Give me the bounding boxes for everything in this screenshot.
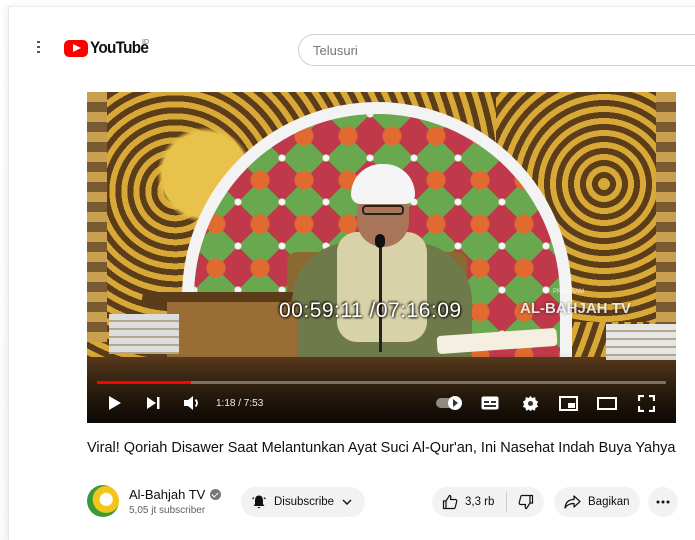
next-button[interactable] [143,393,163,413]
channel-avatar[interactable] [87,485,119,517]
miniplayer-button[interactable] [557,393,579,413]
youtube-play-logo-icon [64,39,88,57]
speaker-glasses [362,205,404,215]
like-count: 3,3 rb [465,496,495,508]
video-title: Viral! Qoriah Disawer Saat Melantunkan A… [87,440,676,456]
channel-name-link[interactable]: Al-Bahjah TV [129,487,222,502]
progress-bar[interactable] [97,381,666,384]
share-icon [564,495,581,509]
video-player[interactable]: PROGRAM AL-BAHJAH TV 00:59:11 /07:16:09 … [87,92,676,423]
microphone [375,234,385,248]
bell-icon [252,495,266,509]
search-placeholder: Telusuri [313,42,358,58]
play-button[interactable] [105,393,125,413]
miniplayer-icon [558,395,578,411]
volume-button[interactable] [181,393,203,413]
autoplay-knob-icon [448,396,462,410]
more-icon [656,500,670,504]
search-input[interactable]: Telusuri [298,34,695,66]
theater-mode-button[interactable] [596,393,618,413]
theater-icon [597,396,617,410]
more-actions-button[interactable] [648,487,678,517]
fullscreen-button[interactable] [635,393,657,413]
subtitles-icon [481,396,499,410]
subscribe-label: Disubscribe [274,496,335,508]
settings-button[interactable] [519,393,541,413]
autoplay-toggle[interactable] [436,396,462,410]
logo-country-code: ID [142,39,149,46]
overlay-timestamp: 00:59:11 /07:16:09 [279,299,462,322]
fullscreen-icon [637,394,655,412]
dislike-button[interactable] [507,487,544,517]
subtitles-button[interactable] [479,393,501,413]
share-label: Bagikan [588,496,630,508]
ornament-border-right [656,92,676,342]
channel-watermark: AL-BAHJAH TV [520,300,631,317]
thumbs-down-icon [518,494,533,510]
menu-icon[interactable] [34,41,44,55]
watermark-sub: PROGRAM [553,289,585,295]
books-left [109,314,179,354]
next-icon [147,397,160,409]
share-button[interactable]: Bagikan [554,487,640,517]
subscriber-count: 5,05 jt subscriber [129,505,206,516]
like-button[interactable]: 3,3 rb [432,487,506,517]
volume-icon [184,396,198,410]
speaker-scarf [337,232,427,342]
time-display: 1:18 / 7:53 [216,398,264,409]
progress-bar-fill [97,381,191,384]
thumbs-up-icon [442,494,458,510]
play-icon [109,396,121,410]
logo-text: YouTube [90,38,149,57]
youtube-logo[interactable]: YouTube [64,38,155,58]
microphone-stand [379,242,382,352]
chevron-down-icon [342,499,352,505]
like-dislike-group: 3,3 rb [432,487,544,517]
channel-name: Al-Bahjah TV [129,487,206,502]
gear-icon [522,395,538,411]
subscribe-button[interactable]: Disubscribe [241,487,365,517]
ornament-border-left [87,92,107,342]
controls-gradient [87,353,676,423]
verified-icon [210,489,222,500]
